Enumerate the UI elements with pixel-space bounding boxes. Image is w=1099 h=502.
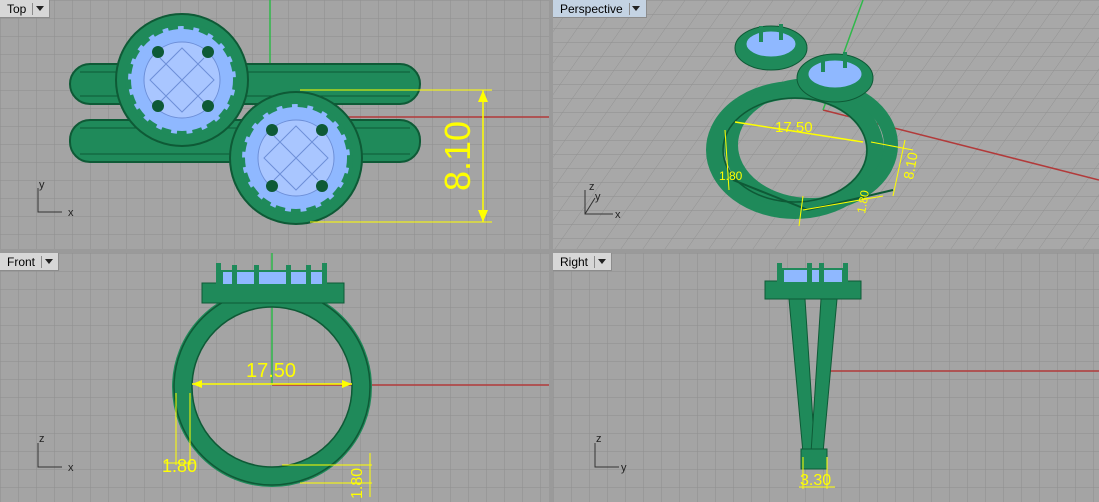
viewport-right-header: Right	[553, 253, 613, 271]
halo-setting-left	[115, 13, 249, 147]
chevron-down-icon[interactable]	[32, 2, 43, 15]
viewport-perspective[interactable]: 17.50 8.10 1.80 1.80 z x y Perspective	[553, 0, 1099, 249]
viewport-perspective-header: Perspective	[553, 0, 647, 18]
right-view-canvas[interactable]: 3.30 z y	[553, 253, 1099, 502]
viewport-top-tab[interactable]: Top	[0, 0, 51, 18]
viewport-front[interactable]: 17.50 1.80 1.80 z x Front	[0, 253, 549, 502]
svg-text:z: z	[39, 433, 45, 445]
halo-setting-right	[229, 91, 363, 225]
front-band-left-value: 1.80	[162, 456, 197, 476]
viewport-right-tab[interactable]: Right	[553, 253, 613, 271]
svg-text:x: x	[68, 462, 74, 474]
perspective-view-canvas[interactable]: 17.50 8.10 1.80 1.80 z x y	[553, 0, 1099, 249]
svg-text:x: x	[68, 207, 74, 219]
svg-text:y: y	[595, 191, 601, 203]
viewport-top[interactable]: 8.10 y x Top	[0, 0, 549, 249]
viewport-top-label: Top	[7, 1, 27, 16]
viewport-right[interactable]: 3.30 z y Right	[553, 253, 1099, 502]
top-view-canvas[interactable]: 8.10 y x	[0, 0, 549, 249]
front-view-canvas[interactable]: 17.50 1.80 1.80 z x	[0, 253, 549, 502]
viewport-front-header: Front	[0, 253, 60, 271]
svg-text:z: z	[589, 181, 595, 193]
svg-text:y: y	[621, 462, 627, 474]
chevron-down-icon[interactable]	[594, 255, 605, 268]
right-width-value: 3.30	[800, 472, 831, 489]
svg-text:z: z	[596, 433, 602, 445]
viewport-front-label: Front	[7, 254, 36, 269]
viewport-top-header: Top	[0, 0, 51, 18]
viewport-perspective-label: Perspective	[560, 1, 623, 16]
viewport-front-tab[interactable]: Front	[0, 253, 60, 271]
front-width-value: 17.50	[246, 360, 296, 382]
svg-text:y: y	[39, 179, 45, 191]
front-band-bottom-value: 1.80	[349, 468, 366, 499]
top-height-value: 8.10	[437, 121, 478, 191]
viewport-perspective-tab[interactable]: Perspective	[553, 0, 647, 18]
persp-width-value: 17.50	[775, 119, 813, 136]
persp-band-left-value: 1.80	[719, 169, 743, 183]
viewport-right-label: Right	[560, 254, 589, 269]
chevron-down-icon[interactable]	[628, 2, 640, 15]
svg-text:x: x	[615, 209, 621, 221]
chevron-down-icon[interactable]	[41, 255, 52, 268]
